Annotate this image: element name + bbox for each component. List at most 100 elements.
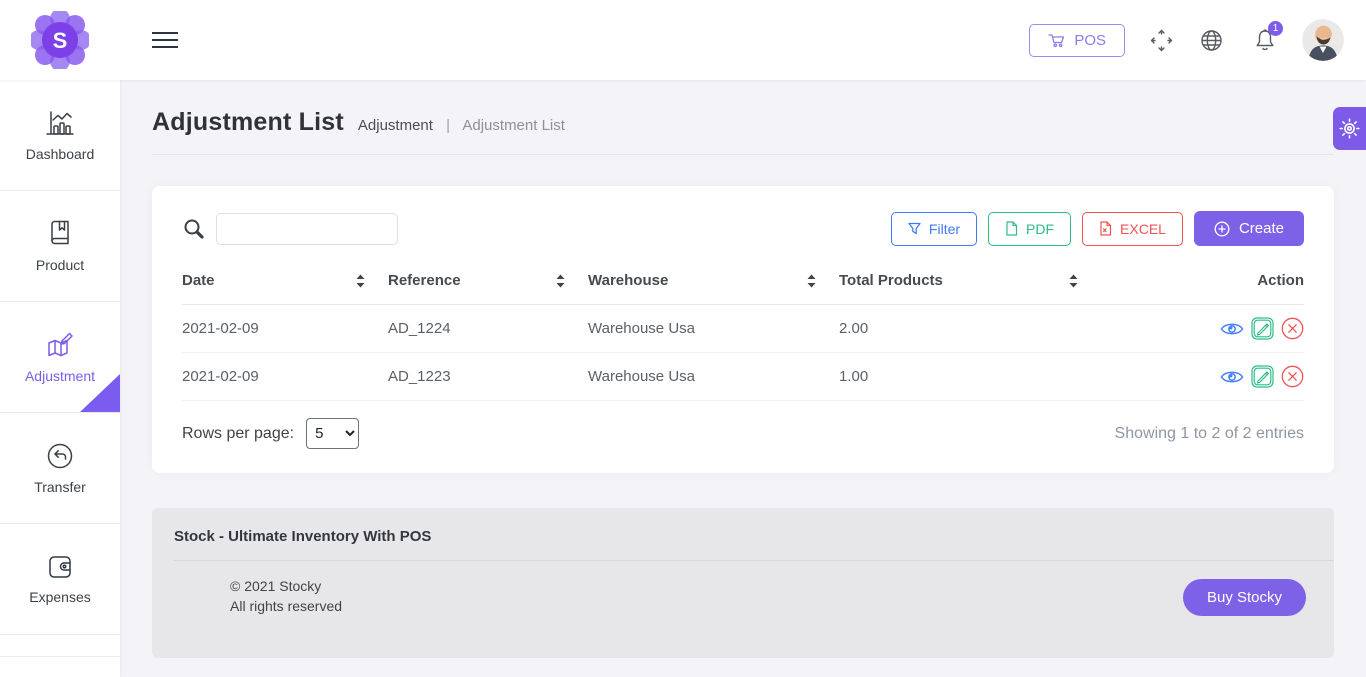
adjustments-table: Date Reference Warehouse: [182, 272, 1304, 401]
gear-icon: [1339, 118, 1360, 139]
pos-button[interactable]: POS: [1029, 24, 1125, 57]
wallet-icon: [46, 554, 74, 580]
globe-icon: [1200, 29, 1223, 52]
edit-button[interactable]: [1251, 317, 1274, 340]
adjustment-list-card: Filter PDF EXCEL: [152, 186, 1334, 473]
column-header-date[interactable]: Date: [182, 272, 388, 305]
table-row: 2021-02-09 AD_1224 Warehouse Usa 2.00: [182, 305, 1304, 353]
excel-button[interactable]: EXCEL: [1082, 212, 1183, 246]
cell-reference: AD_1223: [388, 353, 588, 401]
sort-icon[interactable]: [1068, 274, 1079, 288]
pencil-square-icon: [1251, 365, 1274, 388]
sidebar-item-label: Expenses: [29, 589, 90, 605]
plus-circle-icon: [1214, 221, 1230, 237]
active-corner-marker: [80, 374, 120, 412]
bar-chart-icon: [45, 109, 75, 137]
search-input[interactable]: [216, 213, 398, 245]
expand-arrows-icon: [1150, 29, 1173, 52]
column-header-total-products[interactable]: Total Products: [839, 272, 1101, 305]
sidebar: Dashboard Product Adjustment Transfer: [0, 80, 120, 677]
pdf-button[interactable]: PDF: [988, 212, 1071, 246]
cell-total-products: 1.00: [839, 353, 1101, 401]
cell-reference: AD_1224: [388, 305, 588, 353]
sidebar-item-label: Dashboard: [26, 146, 95, 162]
sidebar-item-transfer[interactable]: Transfer: [0, 413, 120, 524]
return-arrow-icon: [46, 442, 74, 470]
sidebar-item-dashboard[interactable]: Dashboard: [0, 80, 120, 191]
top-bar: S POS: [0, 0, 1366, 80]
filter-button[interactable]: Filter: [891, 212, 977, 246]
cart-icon: [1048, 33, 1065, 48]
create-label: Create: [1239, 220, 1284, 237]
rows-per-page-select[interactable]: 5: [306, 418, 359, 449]
table-row: 2021-02-09 AD_1223 Warehouse Usa 1.00: [182, 353, 1304, 401]
cell-date: 2021-02-09: [182, 305, 388, 353]
search-icon: [182, 217, 206, 241]
x-circle-icon: [1281, 365, 1304, 388]
eye-icon: [1220, 369, 1244, 385]
sort-icon[interactable]: [806, 274, 817, 288]
sidebar-item-label: Transfer: [34, 479, 86, 495]
sidebar-item-adjustment[interactable]: Adjustment: [0, 302, 120, 413]
rows-per-page-label: Rows per page:: [182, 425, 294, 443]
settings-button[interactable]: [1333, 107, 1366, 150]
view-button[interactable]: [1220, 321, 1244, 337]
showing-entries-text: Showing 1 to 2 of 2 entries: [1115, 425, 1304, 443]
column-header-reference[interactable]: Reference: [388, 272, 588, 305]
column-header-warehouse[interactable]: Warehouse: [588, 272, 839, 305]
cell-date: 2021-02-09: [182, 353, 388, 401]
buy-stocky-button[interactable]: Buy Stocky: [1183, 579, 1306, 616]
pagination-bar: Rows per page: 5 Showing 1 to 2 of 2 ent…: [182, 418, 1304, 449]
delete-button[interactable]: [1281, 365, 1304, 388]
x-circle-icon: [1281, 317, 1304, 340]
notifications-button[interactable]: 1: [1254, 28, 1276, 52]
book-icon: [47, 220, 73, 248]
breadcrumb-separator: |: [446, 117, 450, 134]
sidebar-divider: [0, 635, 120, 657]
sort-icon[interactable]: [555, 274, 566, 288]
breadcrumb-section[interactable]: Adjustment: [358, 117, 433, 134]
avatar-image: [1302, 19, 1344, 61]
cell-total-products: 2.00: [839, 305, 1101, 353]
pdf-label: PDF: [1026, 221, 1054, 237]
rights-text: All rights reserved: [230, 596, 342, 616]
notification-badge: 1: [1268, 21, 1283, 36]
footer-title: Stock - Ultimate Inventory With POS: [152, 508, 1334, 560]
delete-button[interactable]: [1281, 317, 1304, 340]
create-button[interactable]: Create: [1194, 211, 1304, 246]
sort-icon[interactable]: [355, 274, 366, 288]
table-toolbar: Filter PDF EXCEL: [182, 211, 1304, 246]
sidebar-item-label: Product: [36, 257, 84, 273]
sidebar-item-product[interactable]: Product: [0, 191, 120, 302]
edit-button[interactable]: [1251, 365, 1274, 388]
menu-toggle-icon[interactable]: [152, 27, 178, 53]
fullscreen-button[interactable]: [1150, 29, 1173, 52]
page-footer: Stock - Ultimate Inventory With POS © 20…: [152, 508, 1334, 658]
language-button[interactable]: [1200, 29, 1223, 52]
page-title: Adjustment List: [152, 108, 344, 137]
excel-label: EXCEL: [1120, 221, 1166, 237]
filter-label: Filter: [929, 221, 960, 237]
breadcrumb-current: Adjustment List: [462, 117, 565, 134]
view-button[interactable]: [1220, 369, 1244, 385]
pos-label: POS: [1074, 32, 1106, 49]
pdf-file-icon: [1005, 221, 1018, 236]
column-header-action: Action: [1101, 272, 1304, 305]
main-content: Adjustment List Adjustment | Adjustment …: [120, 80, 1366, 677]
map-pencil-icon: [45, 331, 75, 359]
breadcrumb: Adjustment | Adjustment List: [358, 117, 565, 134]
app-logo[interactable]: S: [0, 11, 120, 69]
funnel-icon: [908, 222, 921, 235]
eye-icon: [1220, 321, 1244, 337]
cell-warehouse: Warehouse Usa: [588, 353, 839, 401]
excel-file-icon: [1099, 221, 1112, 236]
sidebar-item-expenses[interactable]: Expenses: [0, 524, 120, 635]
copyright-text: © 2021 Stocky: [230, 576, 342, 596]
logo-letter: S: [53, 28, 68, 53]
cell-warehouse: Warehouse Usa: [588, 305, 839, 353]
page-header: Adjustment List Adjustment | Adjustment …: [152, 108, 1334, 137]
stocky-logo-icon: S: [31, 11, 89, 69]
user-avatar[interactable]: [1302, 19, 1344, 61]
pencil-square-icon: [1251, 317, 1274, 340]
header-divider: [152, 154, 1334, 155]
